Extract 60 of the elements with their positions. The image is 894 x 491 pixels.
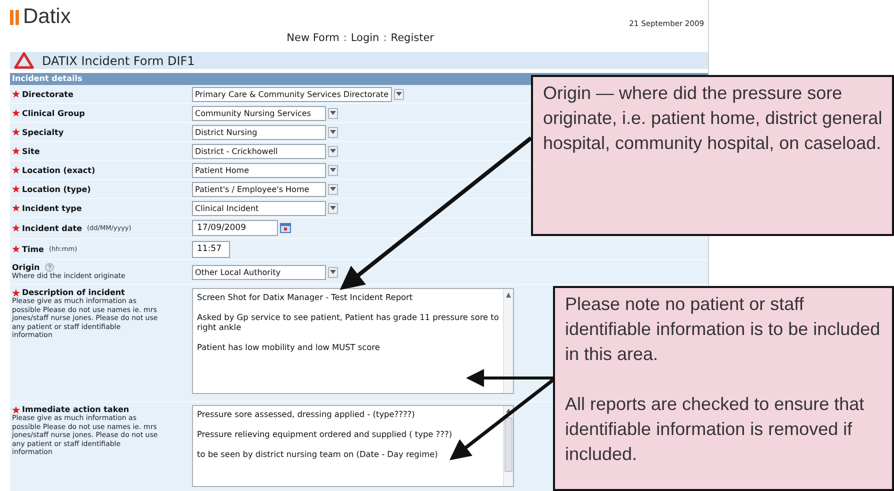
select-field[interactable]: District - Crickhowell xyxy=(192,144,326,158)
form-title: DATIX Incident Form DIF1 xyxy=(42,54,195,68)
caret-icon xyxy=(330,168,336,172)
field-label: Location (type) xyxy=(22,184,91,194)
dropdown-button[interactable] xyxy=(328,126,338,138)
dropdown-button[interactable] xyxy=(394,88,404,100)
select-field[interactable]: Patient Home xyxy=(192,162,326,178)
dropdown-button[interactable] xyxy=(328,184,338,194)
field-label: Incident type xyxy=(22,204,82,212)
logo-text: Datix xyxy=(23,5,71,29)
select-field[interactable]: Other Local Authority xyxy=(192,264,326,280)
nav-link[interactable]: Login xyxy=(350,32,380,44)
dropdown-button[interactable] xyxy=(328,266,338,278)
field-label: Origin xyxy=(12,263,40,272)
caret-icon xyxy=(330,206,336,210)
select-field[interactable]: District Nursing xyxy=(192,124,326,140)
text-area[interactable]: Screen Shot for Datix Manager - Test Incident Report Asked by Gp service to see patient, Patient has grade 11 pressure sore to right ankle Patient has low mobility and low MUST score xyxy=(192,288,514,394)
help-icon[interactable] xyxy=(44,263,54,272)
field-label: Description of incident xyxy=(22,288,125,297)
text-line: to be seen by district nursing team on (Date - Day regime) xyxy=(197,449,439,459)
text-line: Screen Shot for Datix Manager - Test Incident Report xyxy=(197,292,414,302)
nav-link[interactable]: New Form xyxy=(286,32,340,44)
text-area[interactable]: Pressure sore assessed, dressing applied - (type????) Pressure relieving equipment ordered and supplied ( type ???) to be seen by district nursing team on (Date - Day regime) xyxy=(192,405,514,487)
callout-text: Origin — where did the pressure sore originate, i.e. patient home, district general hospital, community hospital, on caseload. xyxy=(543,82,884,155)
caret-icon xyxy=(396,92,402,96)
caret-icon xyxy=(330,187,336,191)
warning-triangle-icon xyxy=(14,52,34,69)
dropdown-button[interactable] xyxy=(328,146,338,156)
caret-icon xyxy=(330,270,336,274)
calendar-icon[interactable] xyxy=(280,223,291,233)
field-label: Location (exact) xyxy=(22,166,96,174)
nav-separator: : xyxy=(383,32,387,44)
dropdown-button[interactable] xyxy=(328,164,338,176)
select-field[interactable]: Primary Care & Community Services Directorate xyxy=(192,86,392,102)
field-label: Site xyxy=(22,146,40,156)
field-label: Directorate xyxy=(22,90,74,98)
time-field[interactable]: 11:57 xyxy=(192,240,230,258)
select-field[interactable]: Community Nursing Services xyxy=(192,106,326,120)
field-label: Clinical Group xyxy=(22,108,85,118)
field-label: Specialty xyxy=(22,128,64,136)
logo-icon xyxy=(10,10,19,24)
date-field[interactable]: 17/09/2009 xyxy=(192,220,278,236)
caret-icon xyxy=(330,149,336,153)
nav-link[interactable]: Register xyxy=(390,32,434,44)
field-label: Time xyxy=(22,244,44,254)
select-field[interactable]: Patient's / Employee's Home xyxy=(192,182,326,196)
field-label: Immediate action taken xyxy=(22,405,130,414)
select-field[interactable]: Clinical Incident xyxy=(192,200,326,216)
text-line: Patient has low mobility and low MUST score xyxy=(197,342,381,352)
callout-text: Please note no patient or staff identifiable information is to be included in this area. xyxy=(565,293,882,366)
dropdown-button[interactable] xyxy=(328,202,338,214)
caret-icon xyxy=(330,111,336,115)
field-label: Incident date xyxy=(22,224,82,232)
nav-separator: : xyxy=(343,32,347,44)
callout-text: All reports are checked to ensure that identifiable information is removed if included. xyxy=(565,393,866,466)
dropdown-button[interactable] xyxy=(328,108,338,118)
text-line: Pressure sore assessed, dressing applied - (type????) xyxy=(197,409,416,419)
text-line: Pressure relieving equipment ordered and supplied ( type ???) xyxy=(197,429,454,439)
caret-icon xyxy=(330,130,336,134)
text-line: Asked by Gp service to see patient, Patient has grade 11 pressure sore to right ankle xyxy=(197,312,499,332)
